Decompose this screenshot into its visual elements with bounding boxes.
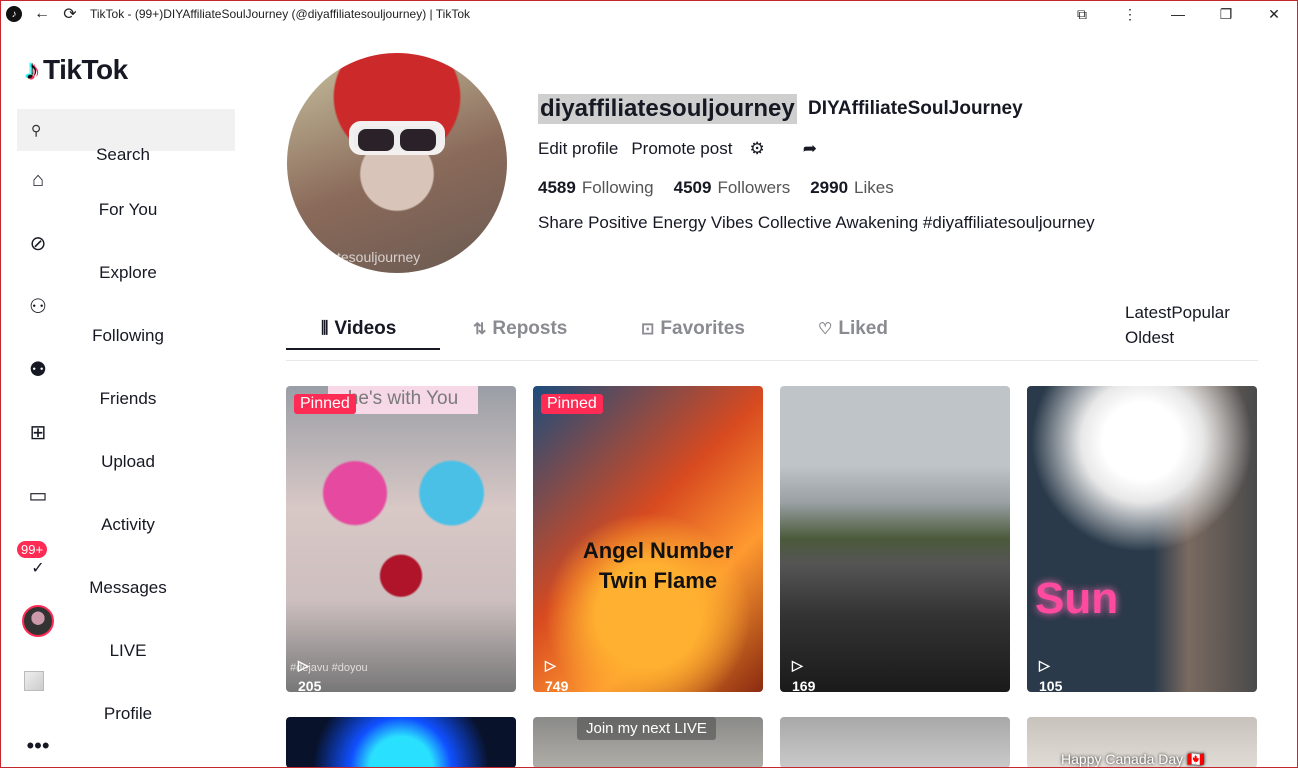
home-icon[interactable]: ⌂ bbox=[22, 164, 54, 196]
play-icon: ▷ bbox=[298, 657, 309, 673]
play-icon: ▷ bbox=[1039, 657, 1050, 673]
close-icon[interactable]: ✕ bbox=[1250, 0, 1298, 28]
video-card[interactable] bbox=[286, 717, 516, 768]
play-count: ▷ 105 bbox=[1039, 657, 1062, 692]
profile-tabs: ⫼ Videos ⇅ Reposts ⊡ Favorites ♡ Liked bbox=[286, 306, 1258, 361]
more-icon[interactable]: ••• bbox=[22, 730, 54, 762]
play-count: ▷ 749 bbox=[545, 657, 568, 692]
app-icon: ♪ bbox=[0, 0, 28, 28]
nav-item-upload[interactable]: Upload bbox=[60, 452, 196, 472]
avatar-sunglasses bbox=[349, 121, 445, 155]
tab-reposts-label: Reposts bbox=[492, 318, 568, 339]
activity-icon[interactable]: ▭ bbox=[22, 479, 54, 511]
edit-profile-button[interactable]: Edit profile bbox=[538, 139, 618, 159]
likes-label: Likes bbox=[854, 178, 894, 197]
video-card[interactable]: Happy Canada Day 🇨🇦 bbox=[1027, 717, 1257, 768]
videos-icon: ⫼ bbox=[321, 320, 329, 337]
tab-reposts[interactable]: ⇅ Reposts bbox=[473, 318, 567, 340]
bookmark-icon: ⊡ bbox=[641, 321, 655, 338]
tab-liked[interactable]: ♡ Liked bbox=[818, 318, 888, 340]
profile-stats: 4589 Following 4509 Followers 2990 Likes bbox=[538, 178, 914, 198]
view-count: 749 bbox=[545, 678, 569, 692]
avatar-watermark: tesouljourney bbox=[337, 249, 421, 265]
following-icon[interactable]: ⚇ bbox=[22, 290, 54, 322]
video-overlay-text: Join my next LIVE bbox=[577, 717, 716, 740]
heart-icon: ♡ bbox=[818, 321, 833, 338]
following-count[interactable]: 4589 bbox=[538, 178, 576, 198]
repost-icon: ⇅ bbox=[473, 321, 487, 338]
tiktok-logo[interactable]: ♪ TikTok bbox=[25, 54, 128, 86]
likes-count: 2990 bbox=[810, 178, 849, 197]
tab-favorites-label: Favorites bbox=[660, 318, 745, 339]
messages-icon[interactable]: ✓ bbox=[22, 552, 54, 584]
tab-favorites[interactable]: ⊡ Favorites bbox=[641, 318, 745, 340]
nav-item-activity[interactable]: Activity bbox=[60, 515, 196, 535]
tab-liked-label: Liked bbox=[838, 318, 888, 339]
search-label[interactable]: Search bbox=[55, 145, 191, 165]
settings-icon[interactable]: ⚙ bbox=[749, 139, 764, 159]
nav-item-profile[interactable]: Profile bbox=[60, 704, 196, 724]
minimize-icon[interactable]: — bbox=[1154, 0, 1202, 28]
profile-image-icon[interactable] bbox=[24, 671, 44, 691]
extensions-icon[interactable]: ⧉ bbox=[1058, 0, 1106, 28]
nav-item-following[interactable]: Following bbox=[60, 326, 196, 346]
view-count: 205 bbox=[298, 678, 322, 692]
profile-avatar[interactable]: tesouljourney bbox=[287, 53, 507, 273]
title-bar: ♪ ← ⟳ TikTok - (99+)DIYAffiliateSoulJour… bbox=[0, 0, 1298, 28]
play-count: ▷ 169 bbox=[792, 657, 815, 692]
more-options-icon[interactable]: ⋮ bbox=[1106, 0, 1154, 28]
play-count: ▷ 205 bbox=[298, 657, 321, 692]
window-title: TikTok - (99+)DIYAffiliateSoulJourney (@… bbox=[90, 7, 471, 21]
back-icon[interactable]: ← bbox=[28, 0, 56, 28]
play-icon: ▷ bbox=[792, 657, 803, 673]
view-count: 169 bbox=[792, 678, 816, 692]
nav-item-explore[interactable]: Explore bbox=[60, 263, 196, 283]
search-icon: ⚲ bbox=[31, 121, 42, 138]
profile-username: diyaffiliatesouljourney bbox=[538, 94, 797, 124]
sort-latest[interactable]: Latest bbox=[1125, 303, 1171, 322]
nav-item-live[interactable]: LIVE bbox=[60, 641, 196, 661]
tab-videos[interactable]: ⫼ Videos bbox=[321, 318, 396, 340]
video-card[interactable]: Sun ▷ 105 bbox=[1027, 386, 1257, 692]
active-tab-indicator bbox=[286, 348, 440, 350]
video-card[interactable]: Join my next LIVE bbox=[533, 717, 763, 768]
video-overlay-text: Happy Canada Day 🇨🇦 bbox=[1061, 751, 1205, 767]
refresh-icon[interactable]: ⟳ bbox=[56, 0, 84, 28]
share-icon[interactable]: ➦ bbox=[803, 139, 817, 159]
sort-options: LatestPopular Oldest bbox=[1125, 300, 1245, 350]
followers-count[interactable]: 4509 bbox=[674, 178, 712, 198]
video-overlay-text: Sun bbox=[1035, 574, 1119, 623]
video-card[interactable]: Pinned Angel Number Twin Flame ▷ 749 bbox=[533, 386, 763, 692]
pinned-badge: Pinned bbox=[541, 394, 603, 414]
tiktok-logo-icon: ♪ bbox=[25, 54, 39, 85]
upload-icon[interactable]: ⊞ bbox=[22, 416, 54, 448]
view-count: 105 bbox=[1039, 678, 1063, 692]
profile-bio: Share Positive Energy Vibes Collective A… bbox=[538, 213, 1095, 232]
video-overlay-text: Angel Number Twin Flame bbox=[582, 538, 734, 593]
pinned-badge: Pinned bbox=[294, 394, 356, 414]
nav-item-messages[interactable]: Messages bbox=[60, 578, 196, 598]
followers-label[interactable]: Followers bbox=[717, 178, 790, 198]
compass-icon[interactable]: ⊘ bbox=[22, 227, 54, 259]
nav-item-for-you[interactable]: For You bbox=[60, 200, 196, 220]
promote-post-button[interactable]: Promote post bbox=[631, 139, 732, 159]
profile-nickname: DIYAffiliateSoulJourney bbox=[808, 98, 1023, 119]
tab-videos-label: Videos bbox=[334, 318, 397, 339]
video-card[interactable]: ▷ 169 bbox=[780, 386, 1010, 692]
brand-name: TikTok bbox=[43, 54, 128, 85]
restore-icon[interactable]: ❐ bbox=[1202, 0, 1250, 28]
video-card[interactable]: he's with You Pinned #dejavu #doyou ▷ 20… bbox=[286, 386, 516, 692]
sort-oldest[interactable]: Oldest bbox=[1125, 328, 1174, 347]
live-avatar[interactable] bbox=[22, 605, 54, 637]
video-card[interactable] bbox=[780, 717, 1010, 768]
friends-icon[interactable]: ⚉ bbox=[22, 353, 54, 385]
following-label[interactable]: Following bbox=[582, 178, 654, 198]
nav-item-friends[interactable]: Friends bbox=[60, 389, 196, 409]
profile-actions: Edit profile Promote post ⚙ ➦ bbox=[538, 139, 830, 159]
sort-popular[interactable]: Popular bbox=[1171, 303, 1230, 322]
play-icon: ▷ bbox=[545, 657, 556, 673]
